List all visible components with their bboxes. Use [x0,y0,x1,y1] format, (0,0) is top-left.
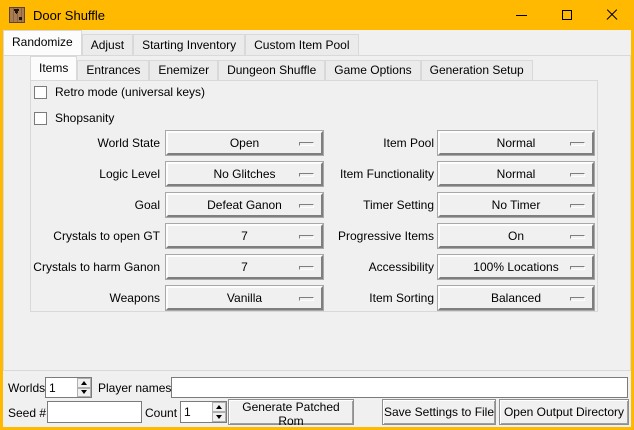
tab-game-options[interactable]: Game Options [325,60,420,80]
tab-starting-inventory[interactable]: Starting Inventory [133,34,245,55]
player-names-label: Player names [98,378,171,398]
player-names-input[interactable] [171,377,628,398]
dropdown-indicator-icon [299,266,314,270]
shopsanity-checkbox[interactable]: Shopsanity [34,110,114,126]
seed-label: Seed # [8,403,46,423]
crystals-harm-ganon-dropdown[interactable]: 7 [166,255,323,279]
door-icon [9,7,25,23]
worlds-up-button[interactable] [77,378,91,388]
tab-adjust[interactable]: Adjust [82,34,133,55]
timer-setting-label: Timer Setting [363,193,434,217]
minimize-icon [516,15,527,16]
item-pool-label: Item Pool [383,131,434,155]
worlds-input[interactable] [46,378,77,397]
arrow-down-icon [81,390,87,394]
accessibility-label: Accessibility [369,255,434,279]
dropdown-indicator-icon [570,266,585,270]
open-output-directory-button[interactable]: Open Output Directory [499,399,629,425]
count-label: Count [145,403,177,423]
logic-level-label: Logic Level [99,162,160,186]
maximize-button[interactable] [544,0,589,30]
world-state-dropdown[interactable]: Open [166,131,323,155]
progressive-items-label: Progressive Items [338,224,434,248]
close-button[interactable] [589,0,634,30]
accessibility-dropdown[interactable]: 100% Locations [438,255,594,279]
weapons-dropdown[interactable]: Vanilla [166,286,323,310]
crystals-open-gt-label: Crystals to open GT [53,224,160,248]
timer-setting-dropdown[interactable]: No Timer [438,193,594,217]
dropdown-indicator-icon [299,142,314,146]
count-up-button[interactable] [212,402,226,412]
arrow-up-icon [81,381,87,385]
progressive-items-dropdown[interactable]: On [438,224,594,248]
maximize-icon [562,10,572,20]
titlebar: Door Shuffle [0,0,634,30]
tab-generation-setup[interactable]: Generation Setup [421,60,533,80]
sub-tab-bar: Items Entrances Enemizer Dungeon Shuffle… [30,57,533,80]
door-shuffle-window: Door Shuffle Randomize Adjust Starting I… [0,0,634,430]
dropdown-indicator-icon [299,204,314,208]
worlds-label: Worlds [8,378,45,398]
close-icon [606,9,618,21]
dropdown-indicator-icon [299,235,314,239]
goal-label: Goal [135,193,160,217]
dropdown-indicator-icon [570,297,585,301]
dropdown-indicator-icon [570,142,585,146]
main-tab-bar: Randomize Adjust Starting Inventory Cust… [3,31,359,55]
item-sorting-label: Item Sorting [369,286,434,310]
crystals-harm-ganon-label: Crystals to harm Ganon [33,255,160,279]
seed-input[interactable] [47,401,142,423]
dropdown-indicator-icon [299,173,314,177]
minimize-button[interactable] [499,0,544,30]
worlds-spinbox[interactable] [45,377,92,398]
count-spinbox[interactable] [180,401,227,423]
tab-custom-item-pool[interactable]: Custom Item Pool [245,34,358,55]
dropdown-indicator-icon [570,235,585,239]
count-input[interactable] [181,402,212,422]
tab-dungeon-shuffle[interactable]: Dungeon Shuffle [218,60,325,80]
retro-mode-checkbox[interactable]: Retro mode (universal keys) [34,84,205,100]
save-settings-button[interactable]: Save Settings to File [382,399,496,425]
item-sorting-dropdown[interactable]: Balanced [438,286,594,310]
item-pool-dropdown[interactable]: Normal [438,131,594,155]
caption-buttons [499,0,634,30]
arrow-up-icon [216,405,222,409]
dropdown-indicator-icon [570,173,585,177]
dropdown-indicator-icon [299,297,314,301]
dropdown-indicator-icon [570,204,585,208]
count-down-button[interactable] [212,412,226,422]
checkbox-box-icon[interactable] [34,112,47,125]
worlds-spin-buttons [77,378,91,397]
logic-level-dropdown[interactable]: No Glitches [166,162,323,186]
worlds-down-button[interactable] [77,388,91,398]
tab-items[interactable]: Items [30,56,77,80]
tab-randomize[interactable]: Randomize [3,30,82,55]
tab-entrances[interactable]: Entrances [77,60,149,80]
checkbox-box-icon[interactable] [34,86,47,99]
retro-mode-label: Retro mode (universal keys) [55,85,205,99]
item-functionality-label: Item Functionality [340,162,434,186]
weapons-label: Weapons [110,286,160,310]
generate-patched-rom-button[interactable]: Generate Patched Rom [228,399,354,425]
goal-dropdown[interactable]: Defeat Ganon [166,193,323,217]
shopsanity-label: Shopsanity [55,111,114,125]
count-spin-buttons [212,402,226,422]
tab-enemizer[interactable]: Enemizer [149,60,218,80]
window-title: Door Shuffle [33,8,105,23]
crystals-open-gt-dropdown[interactable]: 7 [166,224,323,248]
arrow-down-icon [216,415,222,419]
world-state-label: World State [98,131,160,155]
item-functionality-dropdown[interactable]: Normal [438,162,594,186]
